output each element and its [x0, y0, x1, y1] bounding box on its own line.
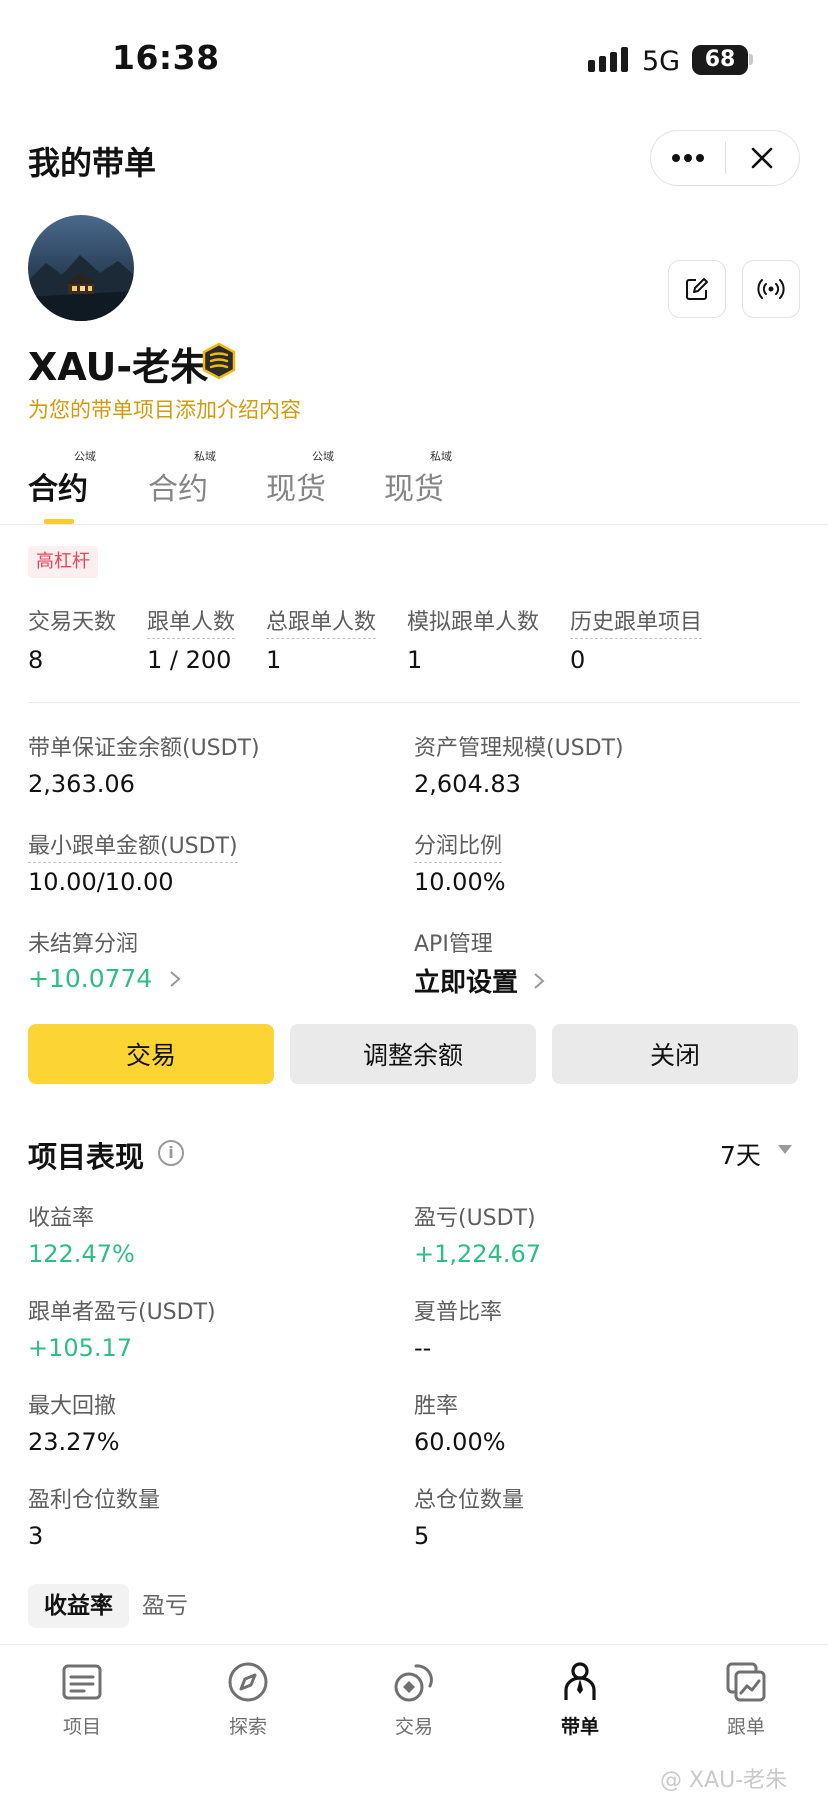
metric-label-follower-pnl: 跟单者盈亏(USDT)	[28, 1300, 216, 1325]
broadcast-icon	[757, 279, 785, 299]
avatar-image	[28, 215, 134, 321]
stat-value-followers: 1 / 200	[147, 646, 232, 674]
stat-value-sim-followers: 1	[407, 646, 423, 674]
coins-icon	[394, 1664, 433, 1702]
metric-label-roi: 收益率	[28, 1206, 95, 1231]
nav-item-lead[interactable]: 带单	[520, 1654, 640, 1744]
status-time: 16:38	[112, 38, 220, 77]
period-select[interactable]: 7天	[720, 1136, 761, 1172]
metric-label-total-positions: 总仓位数量	[414, 1488, 525, 1513]
tab-spot-private[interactable]: 现货	[384, 464, 444, 508]
unsettled-profit-value: +10.0774	[28, 964, 153, 993]
copy-chart-icon	[726, 1662, 766, 1702]
list-icon	[62, 1664, 102, 1700]
nav-item-explore[interactable]: 探索	[188, 1654, 308, 1744]
performance-title: 项目表现	[28, 1140, 145, 1174]
compass-icon	[228, 1662, 268, 1702]
adjust-balance-button[interactable]: 调整余额	[290, 1024, 536, 1084]
username: XAU-老朱	[28, 345, 209, 389]
tab-contract-private[interactable]: 合约	[148, 464, 208, 508]
unsettled-profit-label: 未结算分润	[28, 932, 139, 957]
profit-share-value: 10.00%	[414, 868, 506, 896]
info-icon[interactable]: i	[158, 1140, 184, 1166]
high-leverage-tag: 高杠杆	[28, 546, 98, 578]
avatar[interactable]	[28, 215, 134, 321]
metric-value-roi: 122.47%	[28, 1240, 135, 1268]
tab-badge-private: 私域	[430, 450, 452, 463]
more-dots-icon	[671, 154, 704, 162]
stat-value-history-projects: 0	[570, 646, 586, 674]
margin-balance-label: 带单保证金余额(USDT)	[28, 736, 260, 761]
close-button[interactable]	[726, 131, 800, 185]
nav-item-copy[interactable]: 跟单	[686, 1654, 806, 1744]
chevron-right-icon	[170, 970, 181, 987]
more-button[interactable]	[651, 131, 725, 185]
add-intro-link[interactable]: 为您的带单项目添加介绍内容	[28, 394, 301, 424]
metric-value-follower-pnl: +105.17	[28, 1334, 133, 1362]
unsettled-profit-link[interactable]: +10.0774	[28, 964, 182, 993]
metric-label-pnl: 盈亏(USDT)	[414, 1206, 536, 1231]
edit-button[interactable]	[668, 260, 726, 318]
stat-label-total-followers[interactable]: 总跟单人数	[266, 604, 377, 639]
tab-badge-public: 公域	[74, 450, 96, 463]
metric-label-win-rate: 胜率	[414, 1394, 459, 1419]
api-label: API管理	[414, 932, 493, 957]
metric-value-max-drawdown: 23.27%	[28, 1428, 120, 1456]
min-copy-value: 10.00/10.00	[28, 868, 174, 896]
chevron-right-icon	[534, 972, 545, 989]
network-type: 5G	[642, 46, 681, 77]
tab-badge-private: 私域	[194, 450, 216, 463]
cellular-signal-icon	[588, 47, 628, 72]
tab-spot-public[interactable]: 现货	[266, 464, 326, 508]
margin-balance-value: 2,363.06	[28, 770, 135, 798]
min-copy-label[interactable]: 最小跟单金额(USDT)	[28, 828, 238, 863]
tab-divider	[0, 524, 828, 525]
broadcast-button[interactable]	[742, 260, 800, 318]
api-setup-text: 立即设置	[414, 968, 519, 998]
metric-label-profit-positions: 盈利仓位数量	[28, 1488, 161, 1513]
close-project-button[interactable]: 关闭	[552, 1024, 798, 1084]
nav-label: 跟单	[726, 1716, 765, 1738]
battery-icon: 68	[692, 45, 748, 75]
lead-trader-badge-icon	[202, 342, 236, 380]
person-icon	[564, 1662, 596, 1700]
stat-label-history-projects[interactable]: 历史跟单项目	[570, 604, 703, 639]
metric-value-sharpe: --	[414, 1334, 432, 1362]
close-icon	[751, 147, 773, 169]
nav-label: 项目	[62, 1716, 101, 1738]
mini-program-capsule	[650, 130, 800, 186]
aum-value: 2,604.83	[414, 770, 521, 798]
stat-label-sim-followers: 模拟跟单人数	[407, 610, 540, 635]
tab-badge-public: 公域	[312, 450, 334, 463]
metric-value-total-positions: 5	[414, 1522, 430, 1550]
segment-roi[interactable]: 收益率	[28, 1584, 129, 1628]
watermark: @ XAU-老朱	[660, 1768, 788, 1793]
metric-value-pnl: +1,224.67	[414, 1240, 541, 1268]
nav-label: 交易	[394, 1716, 433, 1738]
caret-down-icon[interactable]	[778, 1145, 792, 1154]
nav-label: 带单	[560, 1716, 599, 1738]
trade-button[interactable]: 交易	[28, 1024, 274, 1084]
edit-icon	[686, 278, 708, 300]
page-title: 我的带单	[28, 144, 157, 182]
profit-share-label[interactable]: 分润比例	[414, 828, 503, 863]
stat-value-total-followers: 1	[266, 646, 282, 674]
metric-label-sharpe: 夏普比率	[414, 1300, 503, 1325]
metric-value-profit-positions: 3	[28, 1522, 44, 1550]
stat-value-trading-days: 8	[28, 646, 44, 674]
battery-cap	[749, 54, 753, 65]
tab-contract-public[interactable]: 合约	[28, 464, 88, 508]
aum-label: 资产管理规模(USDT)	[414, 736, 624, 761]
api-setup-link[interactable]: 立即设置	[414, 962, 546, 999]
nav-item-projects[interactable]: 项目	[22, 1654, 142, 1744]
nav-label: 探索	[228, 1716, 267, 1738]
stat-label-trading-days: 交易天数	[28, 610, 117, 635]
stat-label-followers[interactable]: 跟单人数	[147, 604, 236, 639]
divider	[28, 702, 800, 703]
segment-pnl[interactable]: 盈亏	[126, 1584, 204, 1628]
metric-label-max-drawdown: 最大回撤	[28, 1394, 117, 1419]
nav-item-trade[interactable]: 交易	[354, 1654, 474, 1744]
metric-value-win-rate: 60.00%	[414, 1428, 506, 1456]
